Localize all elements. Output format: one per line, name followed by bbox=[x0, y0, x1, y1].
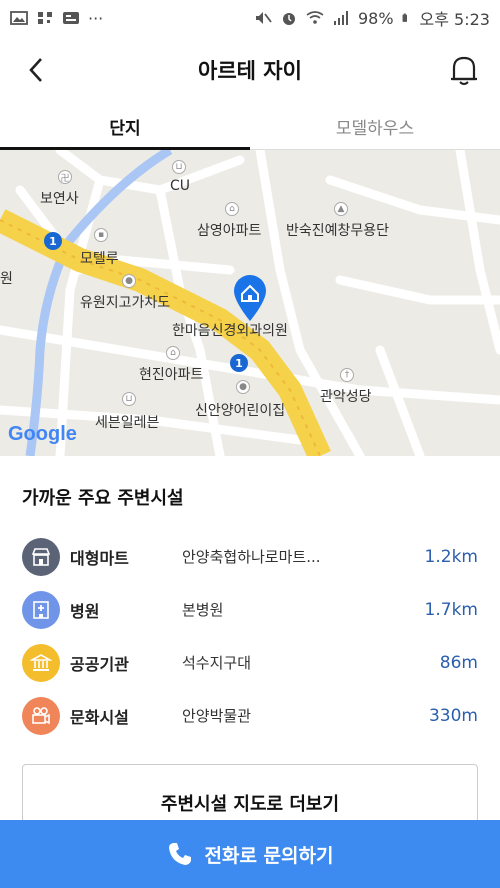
map-label-church: 관악성당 bbox=[320, 389, 372, 405]
facility-icon-wrap bbox=[22, 696, 60, 735]
government-icon bbox=[30, 653, 52, 671]
home-pin-icon bbox=[234, 275, 266, 321]
bell-icon bbox=[450, 56, 477, 85]
facility-name: 안양박물관 bbox=[182, 707, 252, 725]
poi-school-icon: ▲ bbox=[334, 202, 348, 216]
facility-category: 대형마트 bbox=[70, 548, 129, 568]
route-marker-1: 1 bbox=[44, 232, 62, 250]
notification-button[interactable] bbox=[446, 52, 482, 88]
tab-model-house[interactable]: 모델하우스 bbox=[250, 104, 500, 149]
route-marker-1b: 1 bbox=[230, 354, 248, 372]
poi-home-icon: ⌂ bbox=[225, 202, 239, 216]
status-overflow: ··· bbox=[88, 8, 104, 28]
chevron-left-icon bbox=[29, 58, 42, 82]
facility-distance: 330m bbox=[428, 705, 478, 726]
map-label-cu: CU bbox=[170, 178, 191, 194]
map-label-seven-eleven: 세븐일레븐 bbox=[95, 415, 160, 431]
poi-temple-icon: 卍 bbox=[58, 170, 72, 184]
facility-distance: 86m bbox=[439, 652, 478, 673]
mute-icon bbox=[255, 12, 272, 24]
gallery-notification-icon bbox=[10, 11, 28, 25]
status-bar-left: ··· bbox=[10, 9, 103, 28]
qr-notification-icon bbox=[38, 12, 52, 24]
app-notification-icon bbox=[63, 12, 79, 24]
store-icon bbox=[31, 547, 51, 566]
google-attribution: Google bbox=[8, 423, 77, 446]
wifi-icon bbox=[306, 11, 324, 24]
camera-icon bbox=[32, 706, 50, 724]
back-button[interactable] bbox=[18, 52, 54, 88]
hospital-icon bbox=[33, 600, 49, 619]
map-label-hyeonjin-apt: 현진아파트 bbox=[139, 367, 204, 383]
map-label-dance-group: 반숙진예창무용단 bbox=[286, 223, 390, 239]
phone-icon bbox=[168, 843, 191, 865]
poi-place-icon-2: ● bbox=[236, 380, 250, 394]
facility-icon-wrap bbox=[22, 643, 60, 682]
nearby-facilities: 가까운 주요 주변시설 대형마트 안양축협하나로마트... 1.2km 병원 본… bbox=[0, 456, 500, 742]
facility-row[interactable]: 대형마트 안양축협하나로마트... 1.2km bbox=[22, 530, 478, 583]
poi-store-icon: ⊔ bbox=[172, 160, 186, 174]
map-label-overpass: 유원지고가차도 bbox=[80, 295, 171, 311]
battery-percent: 98% bbox=[357, 8, 394, 28]
poi-home-icon-2: ⌂ bbox=[166, 346, 180, 360]
facility-name: 석수지구대 bbox=[182, 654, 252, 672]
facility-row[interactable]: 공공기관 석수지구대 86m bbox=[22, 636, 478, 689]
section-title: 가까운 주요 주변시설 bbox=[22, 488, 184, 509]
signal-icon bbox=[333, 11, 348, 25]
status-bar: ··· 98% 오후 5:23 bbox=[0, 0, 500, 36]
map-label-left-edge: 원 bbox=[0, 271, 13, 287]
call-inquiry-button[interactable]: 전화로 문의하기 bbox=[0, 820, 500, 888]
facility-distance: 1.2km bbox=[424, 546, 478, 567]
facility-category: 공공기관 bbox=[70, 654, 129, 674]
map-label-boyeonsa: 보연사 bbox=[40, 191, 79, 207]
facility-name: 안양축협하나로마트... bbox=[182, 548, 321, 566]
poi-place-icon: ● bbox=[122, 274, 136, 288]
app-bar: 아르테 자이 bbox=[0, 36, 500, 104]
facility-icon-wrap bbox=[22, 590, 60, 629]
facility-distance: 1.7km bbox=[424, 599, 478, 620]
page-title: 아르테 자이 bbox=[198, 59, 302, 83]
poi-hotel-icon: ▪ bbox=[94, 228, 108, 242]
google-logo: Google bbox=[8, 423, 77, 445]
tab-bar: 단지 모델하우스 bbox=[0, 104, 500, 150]
facility-category: 병원 bbox=[70, 601, 100, 621]
status-bar-right: 98% 오후 5:23 bbox=[254, 6, 490, 30]
facility-row[interactable]: 병원 본병원 1.7km bbox=[22, 583, 478, 636]
battery-icon bbox=[402, 13, 407, 22]
facility-category: 문화시설 bbox=[70, 707, 129, 727]
map-label-motel: 모텔루 bbox=[80, 251, 119, 267]
map-label-kindergarten: 신안양어린이집 bbox=[195, 403, 286, 419]
tab-complex[interactable]: 단지 bbox=[0, 104, 250, 150]
clock: 오후 5:23 bbox=[419, 10, 490, 29]
location-pin[interactable] bbox=[232, 274, 268, 322]
map-label-clinic: 한마음신경외과의원 bbox=[172, 323, 288, 339]
alarm-icon bbox=[282, 13, 295, 25]
map-label-samyoung-apt: 삼영아파트 bbox=[197, 223, 262, 239]
poi-church-icon: † bbox=[340, 368, 354, 382]
map-view[interactable]: 보연사 CU 삼영아파트 반숙진예창무용단 1 모텔루 원 유원지고가차도 한마… bbox=[0, 150, 500, 456]
facility-icon-wrap bbox=[22, 537, 60, 576]
facility-row[interactable]: 문화시설 안양박물관 330m bbox=[22, 689, 478, 742]
call-inquiry-label: 전화로 문의하기 bbox=[204, 844, 334, 867]
facility-name: 본병원 bbox=[182, 601, 224, 619]
poi-store-icon-2: ⊔ bbox=[122, 392, 136, 406]
